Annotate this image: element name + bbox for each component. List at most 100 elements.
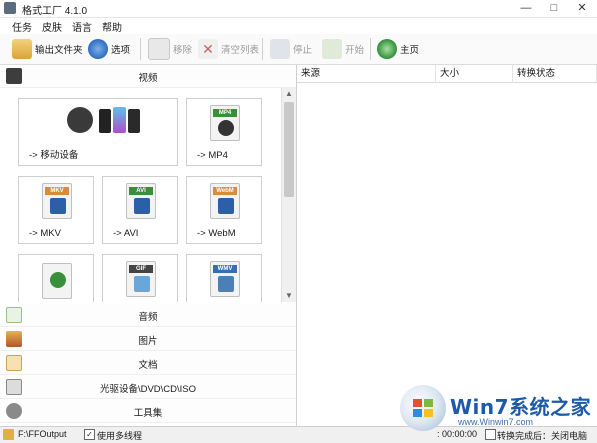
category-tools-label: 工具集 <box>133 408 163 419</box>
avi-badge: AVI <box>129 187 153 195</box>
toolbar-separator <box>262 38 263 60</box>
category-panel: 视频 -> 移动设备 MP4 -> MP4 MKV -> MKV AVI -> … <box>0 65 297 426</box>
output-folder-button[interactable]: 输出文件夹 <box>12 37 83 61</box>
category-disc[interactable]: 光驱设备\DVD\CD\ISO <box>0 376 296 399</box>
menu-skin[interactable]: 皮肤 <box>42 19 62 34</box>
tile-gif[interactable]: GIF <box>102 254 178 302</box>
category-image[interactable]: 图片 <box>0 328 296 351</box>
film-reel-icon <box>67 107 93 133</box>
remove-button[interactable]: 移除 <box>148 37 192 61</box>
gif-file-icon: GIF <box>126 261 156 297</box>
globe-icon <box>377 39 397 59</box>
menu-bar: 任务 皮肤 语言 帮助 <box>0 17 597 34</box>
stop-label: 停止 <box>293 45 313 56</box>
toolbar: 输出文件夹 选项 移除 ✕ 清空列表 停止 开始 主页 <box>0 34 597 65</box>
mkv-badge: MKV <box>45 187 69 195</box>
output-path[interactable]: F:\FFOutput <box>18 429 67 439</box>
category-video[interactable]: 视频 <box>0 65 296 88</box>
film-strip-icon <box>50 198 66 214</box>
clear-list-label: 清空列表 <box>221 45 260 56</box>
category-video-label: 视频 <box>138 73 158 84</box>
multithread-checkbox[interactable]: ✓ <box>84 429 95 440</box>
image-icon <box>134 276 150 292</box>
scroll-up-arrow-icon[interactable]: ▲ <box>282 88 296 100</box>
toolbar-separator <box>370 38 371 60</box>
minimize-button[interactable]: — <box>512 0 540 17</box>
mkv-file-icon: MKV <box>42 183 72 219</box>
home-label: 主页 <box>400 45 420 56</box>
task-list-panel: 来源 大小 转换状态 <box>297 65 597 426</box>
tile-avi-label: -> AVI <box>113 228 139 239</box>
category-disc-label: 光驱设备\DVD\CD\ISO <box>99 384 197 395</box>
stop-button[interactable]: 停止 <box>270 37 312 61</box>
menu-help[interactable]: 帮助 <box>102 19 122 34</box>
windows-flag-icon <box>413 399 433 417</box>
tile-mp4[interactable]: MP4 -> MP4 <box>186 98 262 166</box>
video-format-grid: -> 移动设备 MP4 -> MP4 MKV -> MKV AVI -> AVI <box>0 88 280 302</box>
app-icon <box>4 2 16 14</box>
toolbar-separator <box>140 38 141 60</box>
avi-file-icon: AVI <box>126 183 156 219</box>
tile-mobile-label: -> 移动设备 <box>29 150 79 161</box>
webm-file-icon: WebM <box>210 183 240 219</box>
gear-icon <box>88 39 108 59</box>
start-label: 开始 <box>345 45 365 56</box>
document-remove-icon <box>148 38 170 60</box>
webm-badge: WebM <box>213 187 237 195</box>
film-strip-icon <box>134 198 150 214</box>
tile-3gp[interactable] <box>18 254 94 302</box>
menu-task[interactable]: 任务 <box>12 19 32 34</box>
tile-avi[interactable]: AVI -> AVI <box>102 176 178 244</box>
tile-mkv-label: -> MKV <box>29 228 61 239</box>
scroll-thumb[interactable] <box>284 102 294 197</box>
category-document[interactable]: 文档 <box>0 352 296 375</box>
watermark-url: www.Winwin7.com <box>458 417 534 427</box>
folder-icon <box>12 39 32 59</box>
windows-logo-icon <box>400 385 446 431</box>
menu-language[interactable]: 语言 <box>72 19 92 34</box>
category-tools[interactable]: 工具集 <box>0 400 296 423</box>
video-file-icon <box>42 263 72 299</box>
category-audio-label: 音频 <box>138 312 158 323</box>
scroll-down-arrow-icon[interactable]: ▼ <box>282 290 296 302</box>
gif-badge: GIF <box>129 265 153 273</box>
column-header-source[interactable]: 来源 <box>297 65 436 83</box>
mp4-badge: MP4 <box>213 109 237 117</box>
film-reel-icon <box>218 120 234 136</box>
category-document-label: 文档 <box>138 360 158 371</box>
wmv-badge: WMV <box>213 265 237 273</box>
options-label: 选项 <box>111 45 131 56</box>
vertical-scrollbar[interactable]: ▲ ▼ <box>281 88 296 302</box>
wmv-file-icon: WMV <box>210 261 240 297</box>
options-button[interactable]: 选项 <box>88 37 130 61</box>
mp4-file-icon: MP4 <box>210 105 240 141</box>
window-title: 格式工厂 4.1.0 <box>22 6 88 17</box>
column-header-status[interactable]: 转换状态 <box>513 65 597 83</box>
watermark-brand: Win7系统之家 <box>450 395 592 419</box>
home-button[interactable]: 主页 <box>377 37 419 61</box>
tile-wmv[interactable]: WMV <box>186 254 262 302</box>
start-icon <box>322 39 342 59</box>
tile-mobile-device[interactable]: -> 移动设备 <box>18 98 178 166</box>
category-audio[interactable]: 音频 <box>0 304 296 327</box>
watermark: Win7系统之家 www.Winwin7.com <box>400 383 596 439</box>
title-bar: 格式工厂 4.1.0 — □ ✕ <box>0 0 597 18</box>
clear-list-button[interactable]: ✕ 清空列表 <box>198 37 259 61</box>
x-icon: ✕ <box>198 39 218 59</box>
stop-icon <box>270 39 290 59</box>
phone-icon <box>99 109 111 133</box>
tile-webm[interactable]: WebM -> WebM <box>186 176 262 244</box>
remove-label: 移除 <box>173 45 193 56</box>
film-reel-icon <box>50 272 66 288</box>
phone-icon <box>128 109 140 133</box>
multithread-label: 使用多线程 <box>97 431 143 441</box>
close-button[interactable]: ✕ <box>568 0 596 17</box>
tile-mkv[interactable]: MKV -> MKV <box>18 176 94 244</box>
tile-mp4-label: -> MP4 <box>197 150 228 161</box>
column-header-size[interactable]: 大小 <box>436 65 513 83</box>
category-image-label: 图片 <box>138 336 158 347</box>
phone-icon <box>113 107 126 133</box>
tile-webm-label: -> WebM <box>197 228 236 239</box>
maximize-button[interactable]: □ <box>540 0 568 17</box>
start-button[interactable]: 开始 <box>322 37 364 61</box>
